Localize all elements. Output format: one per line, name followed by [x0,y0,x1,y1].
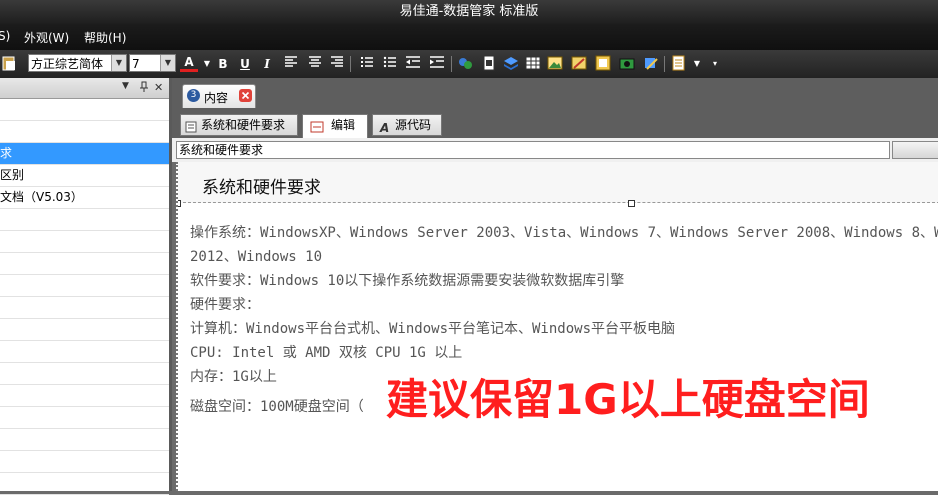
list-item[interactable] [0,473,169,495]
font-name-select[interactable]: 方正综艺简体 ▼ [28,54,127,72]
title-input[interactable]: 系统和硬件要求 [176,141,890,159]
decrease-indent-icon[interactable] [404,55,422,73]
font-size-value: 7 [132,57,140,71]
image-icon[interactable] [546,55,564,73]
window-title: 易佳通-数据管家 标准版 [399,4,539,19]
list-item[interactable] [0,297,169,319]
bullet-list-icon[interactable] [381,55,399,73]
table-icon[interactable] [524,55,542,73]
font-color-button[interactable]: A [180,55,198,72]
tab-source-code[interactable]: A 源代码 [372,114,442,136]
tab-label: 源代码 [395,118,432,132]
list-item[interactable] [0,99,169,121]
list-item[interactable] [0,451,169,473]
content-line: 磁盘空间：100M硬盘空间（ [190,399,364,415]
document-icon [185,119,197,139]
title-action-button[interactable] [892,141,938,159]
list-item[interactable] [0,341,169,363]
font-color-label: A [184,55,194,69]
italic-label: I [264,57,270,71]
content-line: 操作系统：WindowsXP、Windows Server 2003、Vista… [190,225,938,241]
list-item[interactable] [0,275,169,297]
link-icon[interactable] [456,55,474,73]
align-right-icon[interactable] [328,55,346,73]
gallery-icon[interactable] [594,55,612,73]
page-icon[interactable] [670,55,688,73]
toolbar-overflow-icon[interactable]: ▾ [706,55,724,73]
italic-button[interactable]: I [258,55,276,73]
content-line: 软件要求：Windows 10以下操作系统数据源需要安装微软数据库引擎 [190,273,625,289]
tab-content-label: 内容 [204,91,229,105]
align-center-icon[interactable] [306,55,324,73]
font-name-value: 方正综艺简体 [31,57,104,71]
list-item[interactable] [0,231,169,253]
list-item[interactable] [0,319,169,341]
chevron-down-icon[interactable]: ▼ [160,55,175,71]
list-item[interactable] [0,209,169,231]
list-item-selected[interactable]: 求 [0,143,169,165]
list-item[interactable] [0,407,169,429]
tab-content[interactable]: 3 内容 [182,84,256,108]
format-toolbar: 方正综艺简体 ▼ 7 ▼ A ▼ B U I ▼ ▾ [0,50,938,78]
close-icon[interactable]: ✕ [154,81,163,94]
content-line: 内存：1G以上 [190,369,277,385]
layers-icon[interactable] [502,55,520,73]
list-item[interactable] [0,121,169,143]
menu-bar: S) 外观(W) 帮助(H) [0,24,938,50]
toolbar-separator [350,56,351,72]
tools-icon[interactable] [642,55,660,73]
menu-item-s[interactable]: S) [0,29,10,43]
resize-handle[interactable] [628,200,635,207]
rich-text-editor[interactable]: 系统和硬件要求 操作系统：WindowsXP、Windows Server 20… [176,162,938,491]
underline-button[interactable]: U [236,55,254,73]
align-left-icon[interactable] [282,55,300,73]
source-code-icon: A [380,121,390,135]
document-tab-strip: 3 内容 [172,78,938,110]
html-edit-icon [310,119,324,139]
chevron-down-icon[interactable]: ▼ [111,55,126,71]
document-heading-block: 系统和硬件要求 [178,162,938,203]
bold-button[interactable]: B [214,55,232,73]
tab-edit[interactable]: 编辑 [302,114,368,138]
chevron-down-icon[interactable]: ▼ [688,55,706,73]
window-title-bar: 易佳通-数据管家 标准版 [0,0,938,24]
content-line: 计算机：Windows平台台式机、Windows平台笔记本、Windows平台平… [190,321,676,337]
list-item[interactable] [0,363,169,385]
content-line: 2012、Windows 10 [190,249,323,265]
increase-indent-icon[interactable] [428,55,446,73]
editor-sub-tabs: 系统和硬件要求 编辑 A 源代码 [172,110,938,138]
menu-item-appearance[interactable]: 外观(W) [24,29,69,46]
list-item[interactable]: 文档（V5.03） [0,187,169,209]
document-heading: 系统和硬件要求 [202,178,321,198]
numbered-list-icon[interactable] [358,55,376,73]
tab-system-requirements[interactable]: 系统和硬件要求 [180,114,298,136]
edit-image-icon[interactable] [570,55,588,73]
tab-label: 系统和硬件要求 [201,118,286,132]
document-icon[interactable] [480,55,498,73]
paste-icon[interactable] [0,55,18,73]
pin-icon[interactable] [139,81,149,96]
chevron-down-icon[interactable]: ▼ [122,81,129,91]
content-line: CPU: Intel 或 AMD 双核 CPU 1G 以上 [190,345,463,361]
tab-label: 编辑 [331,118,356,132]
list-item[interactable]: 区别 [0,165,169,187]
list-item[interactable] [0,429,169,451]
font-size-select[interactable]: 7 ▼ [129,54,176,72]
title-row: 系统和硬件要求 [172,138,938,162]
list-item[interactable] [0,253,169,275]
red-annotation-text: 建议保留1G以上硬盘空间 [386,375,870,424]
list-item[interactable] [0,385,169,407]
toolbar-separator [664,56,665,72]
left-panel: ▼ ✕ 求 区别 文档（V5.03） [0,78,172,495]
camera-icon[interactable] [618,55,636,73]
left-panel-header: ▼ ✕ [0,78,169,99]
toolbar-separator [451,56,452,72]
resize-handle[interactable] [178,200,181,207]
tab-number-badge: 3 [187,89,200,102]
content-line: 硬件要求： [190,297,260,313]
underline-label: U [240,57,250,71]
close-icon[interactable] [239,89,252,102]
menu-item-help[interactable]: 帮助(H) [84,29,126,46]
bold-label: B [218,57,228,71]
